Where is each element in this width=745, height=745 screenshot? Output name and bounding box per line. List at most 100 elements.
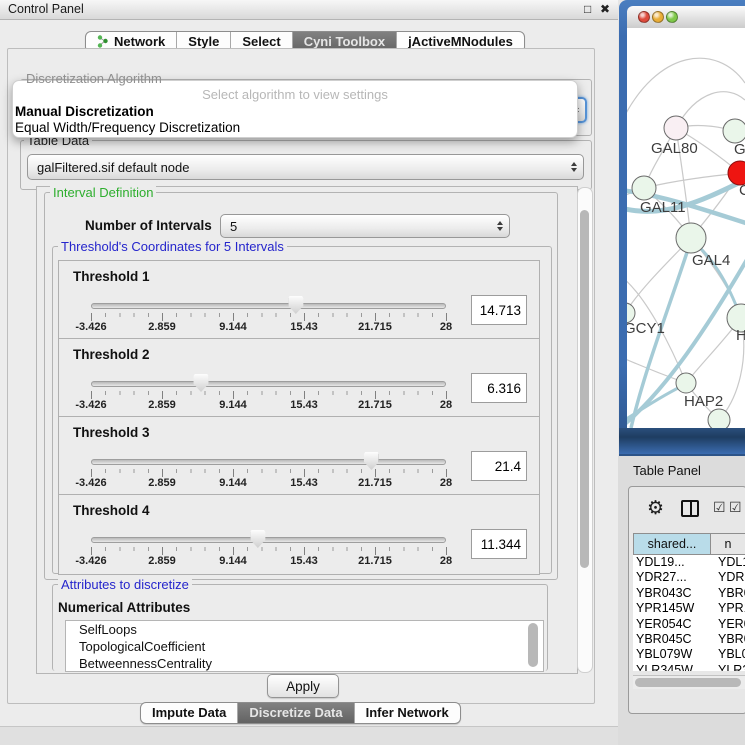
settings-vertical-scrollbar[interactable]: [577, 187, 593, 673]
numerical-attributes-label: Numerical Attributes: [58, 600, 190, 615]
scale-tick-label: 28: [440, 399, 452, 411]
table-row[interactable]: YLR345WYLR3: [633, 663, 745, 671]
threshold-2-slider[interactable]: [91, 381, 446, 387]
table-row[interactable]: YBR043CYBR0: [633, 586, 745, 601]
node-label-c: C: [739, 182, 745, 199]
table-row[interactable]: YBL079WYBL0: [633, 647, 745, 662]
bottom-strip: [0, 726, 618, 745]
cell-name[interactable]: YBR0: [714, 586, 745, 601]
table-row[interactable]: YDR27...YDR2: [633, 570, 745, 585]
dropdown-option-manual-discretization[interactable]: Manual Discretization: [15, 104, 154, 119]
dropdown-prompt: Select algorithm to view settings: [13, 87, 577, 102]
table-horizontal-scrollbar[interactable]: [633, 675, 745, 689]
table-row[interactable]: YBR045CYBR0: [633, 632, 745, 647]
gear-icon[interactable]: ⚙: [647, 497, 664, 520]
zoom-traffic-light[interactable]: [666, 11, 678, 23]
node-label-gcy1: GCY1: [627, 320, 665, 337]
threshold-2-value-field[interactable]: 6.316: [471, 373, 527, 403]
cell-shared-name[interactable]: YBL079W: [633, 647, 714, 662]
threshold-1-value-field[interactable]: 14.713: [471, 295, 527, 325]
node-label-ga: GA: [734, 141, 745, 158]
node-gal4: [676, 223, 706, 253]
scale-tick-label: 9.144: [219, 477, 247, 489]
tab-infer-network[interactable]: Infer Network: [354, 703, 460, 723]
cell-shared-name[interactable]: YER054C: [633, 617, 714, 632]
number-of-intervals-value: 5: [230, 219, 237, 234]
minimize-traffic-light[interactable]: [652, 11, 664, 23]
attribute-list-item[interactable]: TopologicalCoefficient: [66, 638, 543, 655]
interval-definition-group-title: Interval Definition: [50, 185, 156, 200]
cell-name[interactable]: YER0: [714, 617, 745, 632]
attributes-list-scrollbar-thumb[interactable]: [528, 623, 538, 667]
cell-name[interactable]: YPR1: [714, 601, 745, 616]
slider-thumb[interactable]: [364, 452, 379, 470]
table-data-combobox[interactable]: galFiltered.sif default node: [27, 154, 584, 180]
tab-network-label: Network: [114, 34, 165, 49]
slider-ticks: [91, 391, 447, 399]
threshold-1-label: Threshold 1: [73, 269, 150, 284]
threshold-4-slider[interactable]: [91, 537, 446, 543]
scrollbar-thumb[interactable]: [635, 678, 741, 687]
cell-name[interactable]: YDR2: [714, 570, 745, 585]
table-body: YDL19...YDL1YDR27...YDR2YBR043CYBR0YPR14…: [633, 555, 745, 671]
slider-thumb[interactable]: [288, 296, 303, 314]
node-bottom: [708, 409, 730, 428]
scale-tick-label: 28: [440, 477, 452, 489]
table-panel: Table Panel ⚙ ☑ ☑ shared... n YDL19...YD…: [618, 456, 745, 745]
scale-tick-label: -3.426: [75, 555, 106, 567]
attribute-list-item[interactable]: BetweennessCentrality: [66, 655, 543, 672]
node-label-gal11: GAL11: [640, 199, 686, 216]
tab-impute-data[interactable]: Impute Data: [141, 703, 237, 723]
control-panel: Control Panel □ ✖ Network Style Se: [0, 0, 618, 745]
scrollbar-thumb[interactable]: [580, 210, 589, 568]
threshold-1-slider[interactable]: [91, 303, 446, 309]
checked-box-icon[interactable]: ☑: [729, 499, 742, 516]
numerical-attributes-list[interactable]: SelfLoopsTopologicalCoefficientBetweenne…: [65, 620, 544, 672]
slider-thumb[interactable]: [194, 374, 209, 392]
table-header-row: shared... n: [633, 533, 745, 555]
attribute-list-item[interactable]: SelfLoops: [66, 621, 543, 638]
table-row[interactable]: YER054CYER0: [633, 617, 745, 632]
apply-button[interactable]: Apply: [267, 674, 339, 698]
scale-tick-label: -3.426: [75, 477, 106, 489]
network-window-titlebar[interactable]: [627, 6, 745, 29]
cell-shared-name[interactable]: YLR345W: [633, 663, 714, 671]
cell-shared-name[interactable]: YBR043C: [633, 586, 714, 601]
column-header-shared-name[interactable]: shared...: [633, 533, 711, 555]
split-columns-icon[interactable]: [681, 500, 699, 517]
attributes-group-title: Attributes to discretize: [58, 577, 192, 592]
threshold-3-label: Threshold 3: [73, 425, 150, 440]
network-canvas[interactable]: GAL80 GA C GAL11 GAL4 GCY1 H HAP2: [627, 28, 745, 428]
scale-tick-label: -3.426: [75, 399, 106, 411]
tab-cyni-toolbox-label: Cyni Toolbox: [304, 34, 385, 49]
dropdown-option-equal-width[interactable]: Equal Width/Frequency Discretization: [15, 120, 240, 135]
slider-thumb[interactable]: [250, 530, 265, 548]
cell-name[interactable]: YLR3: [714, 663, 745, 671]
table-row[interactable]: YPR145WYPR1: [633, 601, 745, 616]
cell-shared-name[interactable]: YBR045C: [633, 632, 714, 647]
scale-tick-label: 2.859: [148, 477, 176, 489]
slider-ticks: [91, 547, 447, 555]
threshold-3-slider[interactable]: [91, 459, 446, 465]
scale-tick-label: 28: [440, 321, 452, 333]
cell-name[interactable]: YBL0: [714, 647, 745, 662]
close-icon[interactable]: ✖: [600, 2, 610, 16]
float-window-icon[interactable]: □: [584, 2, 591, 16]
node-gal80: [664, 116, 688, 140]
number-of-intervals-combobox[interactable]: 5: [220, 214, 510, 238]
thresholds-group-title: Threshold's Coordinates for 5 Intervals: [58, 239, 287, 254]
close-traffic-light[interactable]: [638, 11, 650, 23]
table-row[interactable]: YDL19...YDL1: [633, 555, 745, 570]
threshold-4-value-field[interactable]: 11.344: [471, 529, 527, 559]
cell-shared-name[interactable]: YPR145W: [633, 601, 714, 616]
checked-box-icon[interactable]: ☑: [713, 499, 726, 516]
cell-name[interactable]: YDL1: [714, 555, 745, 570]
cell-name[interactable]: YBR0: [714, 632, 745, 647]
column-header-name[interactable]: n: [711, 533, 745, 555]
control-panel-titlebar[interactable]: Control Panel □ ✖: [0, 0, 618, 20]
threshold-3-value-field[interactable]: 21.4: [471, 451, 527, 481]
cell-shared-name[interactable]: YDR27...: [633, 570, 714, 585]
cell-shared-name[interactable]: YDL19...: [633, 555, 714, 570]
tab-discretize-data[interactable]: Discretize Data: [237, 703, 353, 723]
combo-stepper-icon: [497, 221, 509, 231]
